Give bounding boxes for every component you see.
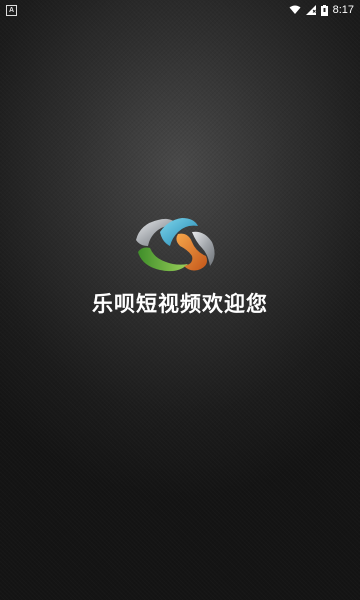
wifi-icon bbox=[289, 5, 301, 14]
status-bar: A 8:17 bbox=[0, 0, 360, 20]
app-logo bbox=[132, 212, 218, 278]
notification-icon: A bbox=[6, 4, 17, 16]
battery-icon bbox=[320, 4, 328, 16]
splash-screen: A 8:17 乐呗短视频欢迎您 bbox=[0, 0, 360, 600]
welcome-text: 乐呗短视频欢迎您 bbox=[92, 292, 268, 316]
status-time: 8:17 bbox=[332, 4, 354, 16]
signal-icon bbox=[305, 5, 316, 15]
